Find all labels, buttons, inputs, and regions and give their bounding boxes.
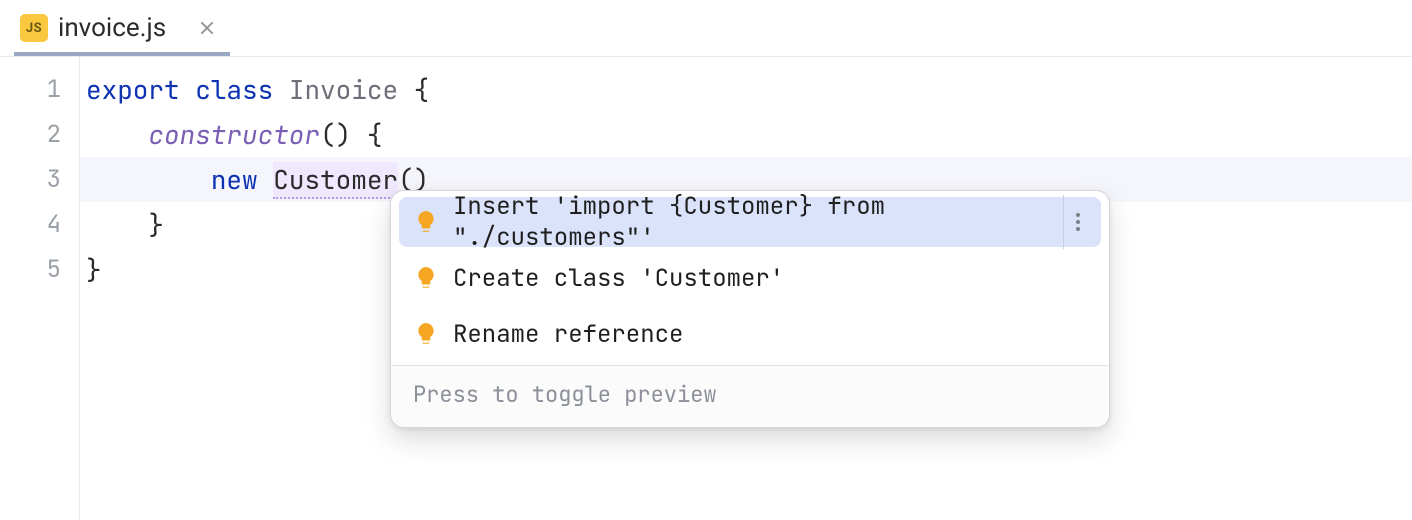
intention-popup: Insert 'import {Customer} from "./custom… [390, 190, 1110, 428]
line-number[interactable]: 5 [0, 247, 79, 292]
keyword-new: new [211, 162, 258, 197]
intention-item-rename-reference[interactable]: Rename reference [399, 309, 1101, 359]
class-name: Invoice [289, 72, 398, 107]
brace-close: } [148, 207, 164, 242]
brace-close: } [86, 252, 102, 287]
code-line[interactable]: export class Invoice { [80, 67, 1412, 112]
intention-item-insert-import[interactable]: Insert 'import {Customer} from "./custom… [399, 197, 1101, 247]
intention-label: Insert 'import {Customer} from "./custom… [453, 191, 1045, 253]
lightbulb-icon [413, 321, 439, 347]
file-icon-text: JS [26, 21, 42, 36]
code-area[interactable]: export class Invoice { constructor() { n… [80, 57, 1412, 520]
line-number[interactable]: 3 [0, 157, 79, 202]
indent [86, 117, 148, 152]
more-options-button[interactable] [1063, 195, 1091, 249]
line-number[interactable]: 4 [0, 202, 79, 247]
brace-open: { [398, 72, 429, 107]
indent [86, 207, 148, 242]
intention-item-create-class[interactable]: Create class 'Customer' [399, 253, 1101, 303]
editor: 1 2 3 4 5 export class Invoice { constru… [0, 56, 1412, 520]
tab-filename: invoice.js [58, 13, 166, 43]
space [258, 162, 274, 197]
lightbulb-icon [413, 265, 439, 291]
line-number[interactable]: 1 [0, 67, 79, 112]
gutter: 1 2 3 4 5 [0, 57, 80, 520]
code-line[interactable]: constructor() { [80, 112, 1412, 157]
paren-brace: () { [320, 117, 382, 152]
constructor-keyword: constructor [148, 117, 320, 152]
js-file-icon: JS [20, 14, 48, 42]
intention-label: Rename reference [453, 319, 1087, 350]
lightbulb-icon [413, 209, 439, 235]
unresolved-identifier[interactable]: Customer [273, 162, 398, 199]
editor-tab[interactable]: JS invoice.js [14, 0, 230, 56]
popup-footer-hint[interactable]: Press to toggle preview [391, 365, 1109, 427]
keyword-export: export [86, 72, 180, 107]
indent [86, 162, 211, 197]
line-number[interactable]: 2 [0, 112, 79, 157]
keyword-class: class [195, 72, 273, 107]
intention-label: Create class 'Customer' [453, 263, 1087, 294]
close-icon[interactable] [196, 17, 218, 39]
dots-vertical-icon [1076, 213, 1080, 231]
tab-bar: JS invoice.js [0, 0, 1412, 56]
